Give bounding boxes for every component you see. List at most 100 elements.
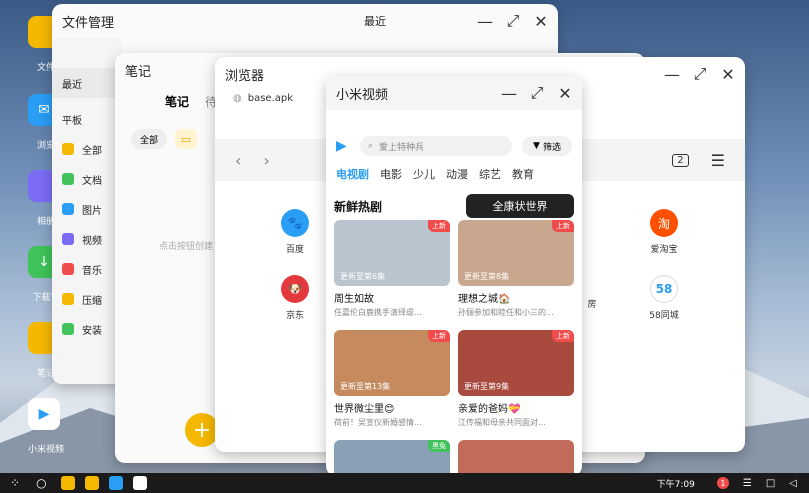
- taskbar-app-mi-video[interactable]: [132, 476, 147, 490]
- sidebar-section-tablet: 平板: [52, 104, 122, 134]
- promo-banner[interactable]: 全康状世界: [466, 194, 574, 218]
- sidebar-section-label: 平板: [62, 115, 82, 127]
- video-card[interactable]: 上新 更新至第6集 周生如故 任嘉伦白鹿携手演绎虐...: [334, 220, 450, 318]
- back-icon[interactable]: ‹: [235, 151, 241, 170]
- folder-icon[interactable]: ▭: [175, 129, 197, 149]
- forward-icon[interactable]: ›: [263, 151, 269, 170]
- video-desc: 孙俪参加和睦任和小三的...: [458, 308, 554, 317]
- category-tabs: 电视剧 电影 少儿 动漫 综艺 教育: [336, 166, 534, 182]
- music-icon: [62, 263, 74, 275]
- video-thumbnail: 上新 更新至第9集: [458, 330, 574, 396]
- sidebar-item-label: 视频: [82, 235, 102, 247]
- mi-video-titlebar[interactable]: 小米视频 — ⤢ ✕: [326, 76, 582, 110]
- close-icon[interactable]: ✕: [721, 65, 735, 84]
- file-manager-titlebar[interactable]: 文件管理 最近 — ⤢ ✕: [52, 4, 558, 38]
- maximize-icon[interactable]: ⤢: [693, 64, 707, 83]
- sidebar-item-music[interactable]: 音乐: [52, 254, 122, 284]
- notes-tabs: 笔记 待: [165, 93, 217, 110]
- video-desc: 江传福和母亲共同面对...: [458, 418, 546, 427]
- menu-icon[interactable]: ☰: [711, 151, 725, 170]
- taskbar-app-notes[interactable]: [84, 476, 99, 490]
- video-title: 亲爱的爸妈💝: [458, 404, 521, 415]
- tab-title: base.apk: [247, 92, 294, 104]
- sidebar-item-label: 最近: [62, 79, 82, 91]
- recent-apps-icon[interactable]: ☰: [743, 478, 752, 489]
- shortcut-label: 爱淘宝: [650, 245, 678, 255]
- home-icon[interactable]: □: [766, 478, 775, 489]
- shortcut-label: 58同城: [649, 311, 679, 321]
- maximize-icon[interactable]: ⤢: [506, 11, 520, 30]
- window-title: 小米视频: [336, 87, 389, 103]
- tab-education[interactable]: 教育: [512, 166, 534, 182]
- back-icon[interactable]: ◁: [789, 478, 797, 489]
- sidebar-item-video[interactable]: 视频: [52, 224, 122, 254]
- image-icon: [62, 203, 74, 215]
- tab-notes[interactable]: 笔记: [165, 93, 189, 110]
- filter-button[interactable]: ▼ 筛选: [522, 136, 572, 156]
- filter-icon: ▼: [533, 141, 540, 151]
- sidebar-item-install[interactable]: 安装: [52, 314, 122, 344]
- sidebar-item-label: 文档: [82, 175, 102, 187]
- 58-icon: 58: [650, 275, 678, 303]
- shortcut-baidu[interactable]: 🐾 百度: [270, 209, 320, 255]
- sidebar-item-archive[interactable]: 压缩: [52, 284, 122, 314]
- desktop-label-mi-video: 小米视频: [27, 445, 64, 455]
- search-placeholder: 爱上特种兵: [379, 142, 425, 153]
- close-icon[interactable]: ✕: [558, 84, 572, 103]
- sidebar-item-all[interactable]: 全部: [52, 134, 122, 164]
- launcher-icon[interactable]: ⁘: [10, 476, 20, 490]
- video-desc: 荷前！吴宣仪新婚感情...: [334, 418, 422, 427]
- plus-icon[interactable]: +: [185, 413, 219, 447]
- taskbar-app-files[interactable]: [60, 476, 75, 490]
- minimize-icon[interactable]: —: [501, 84, 517, 103]
- close-icon[interactable]: ✕: [534, 12, 548, 31]
- search-icon[interactable]: ○: [36, 476, 46, 490]
- recent-header: 最近: [364, 15, 387, 28]
- tab-tv[interactable]: 电视剧: [336, 166, 369, 182]
- sidebar-item-images[interactable]: 图片: [52, 194, 122, 224]
- tab-kids[interactable]: 少儿: [413, 166, 435, 182]
- shortcut-label: 百度: [285, 245, 304, 255]
- video-card[interactable]: 上新 更新至第9集 亲爱的爸妈💝 江传福和母亲共同面对...: [458, 330, 574, 428]
- video-thumbnail: 上新 更新至第6集: [334, 220, 450, 286]
- globe-icon: ◍: [233, 92, 242, 104]
- video-title: 理想之城🏠: [458, 294, 511, 305]
- mi-video-app-icon[interactable]: ▶: [28, 398, 60, 430]
- minimize-icon[interactable]: —: [664, 65, 680, 84]
- sidebar-item-recent[interactable]: 最近: [52, 68, 122, 98]
- search-input[interactable]: ⌕ 爱上特种兵: [360, 136, 512, 156]
- android-icon: [62, 323, 74, 335]
- video-title: 世界微尘里😊: [334, 404, 395, 415]
- tab-anime[interactable]: 动漫: [446, 166, 468, 182]
- empty-hint: 点击按钮创建: [159, 242, 214, 252]
- folder-icon: [62, 143, 74, 155]
- update-status: 更新至第6集: [340, 272, 386, 281]
- maximize-icon[interactable]: ⤢: [530, 83, 544, 102]
- notification-badge[interactable]: 1: [716, 477, 729, 489]
- baidu-icon: 🐾: [281, 209, 309, 237]
- video-card[interactable]: 黑兔: [334, 440, 450, 476]
- update-status: 更新至第9集: [464, 382, 510, 391]
- tab-movie[interactable]: 电影: [380, 166, 402, 182]
- video-desc: 任嘉伦白鹿携手演绎虐...: [334, 308, 422, 317]
- mi-video-logo-icon: ▶: [336, 138, 347, 154]
- filter-all-button[interactable]: 全部: [131, 129, 167, 149]
- taobao-icon: 淘: [650, 209, 678, 237]
- sidebar-item-label: 压缩: [82, 295, 102, 307]
- mi-video-window: 小米视频 — ⤢ ✕ ▶ ⌕ 爱上特种兵 ▼ 筛选 电视剧 电影 少儿 动漫 综…: [326, 76, 582, 476]
- video-card[interactable]: 上新 更新至第13集 世界微尘里😊 荷前！吴宣仪新婚感情...: [334, 330, 450, 428]
- tab-variety[interactable]: 综艺: [479, 166, 501, 182]
- video-card[interactable]: [458, 440, 574, 476]
- window-title: 浏览器: [225, 68, 265, 84]
- update-status: 更新至第8集: [464, 272, 510, 281]
- tab-count-button[interactable]: 2: [672, 153, 689, 167]
- document-icon: [62, 173, 74, 185]
- taskbar-app-browser[interactable]: [108, 476, 123, 490]
- shortcut-jd[interactable]: 🐶 京东: [270, 275, 320, 321]
- shortcut-taobao[interactable]: 淘 爱淘宝: [639, 209, 689, 255]
- video-thumbnail: [458, 440, 574, 476]
- sidebar-item-docs[interactable]: 文档: [52, 164, 122, 194]
- minimize-icon[interactable]: —: [477, 12, 493, 31]
- video-card[interactable]: 上新 更新至第8集 理想之城🏠 孙俪参加和睦任和小三的...: [458, 220, 574, 318]
- shortcut-58[interactable]: 58 58同城: [639, 275, 689, 321]
